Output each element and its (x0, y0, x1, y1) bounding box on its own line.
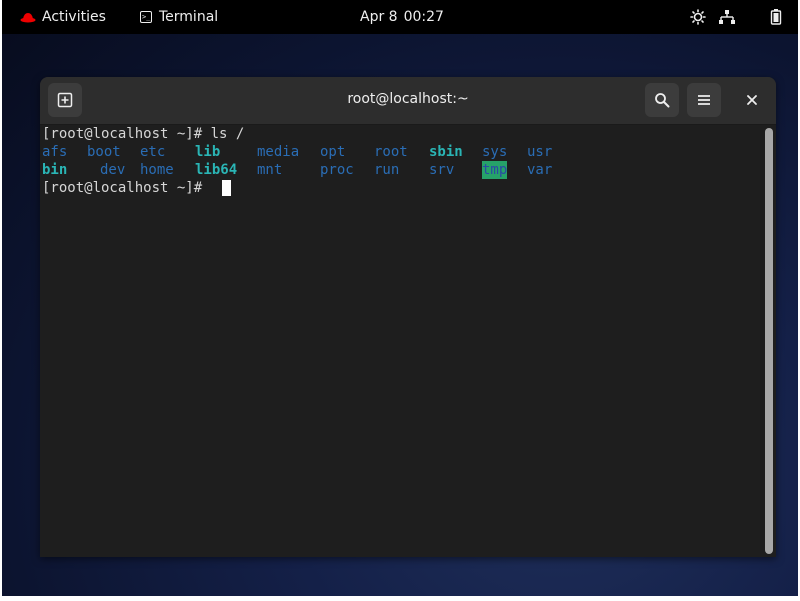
prompt-line-2: [root@localhost ~]# (42, 180, 211, 196)
ls-entry: proc (320, 162, 354, 178)
ls-entry: afs (42, 144, 68, 160)
ls-entry: tmp (482, 161, 508, 179)
new-tab-button[interactable] (48, 83, 82, 117)
brightness-icon[interactable] (690, 0, 706, 34)
activities-button[interactable]: Activities (20, 0, 106, 34)
app-menu-button[interactable]: >_ Terminal (140, 0, 218, 34)
terminal-scrollbar[interactable] (762, 125, 776, 557)
clock[interactable]: Apr 8 00:27 (360, 0, 460, 34)
close-window-button[interactable] (735, 83, 769, 117)
ls-entry: opt (320, 144, 346, 160)
ls-entry: home (140, 162, 174, 178)
text-cursor (222, 180, 231, 196)
prompt-line-1: [root@localhost ~]# ls / (42, 126, 245, 142)
clock-time: 00:27 (403, 9, 444, 25)
search-icon (655, 93, 670, 108)
ls-entry: lib (195, 144, 221, 160)
scrollbar-thumb[interactable] (765, 128, 773, 554)
screen: Activities >_ Terminal Apr 8 00:27 root@… (0, 0, 800, 601)
hamburger-menu-button[interactable] (687, 83, 721, 117)
terminal-text-area[interactable]: [root@localhost ~]# ls / afs boot etc li… (40, 125, 760, 557)
ls-entry: mnt (257, 162, 283, 178)
ls-entry: media (257, 144, 300, 160)
activities-label: Activities (42, 9, 106, 25)
terminal-window: root@localhost:~ [root@localhost ~]# ls … (40, 77, 776, 557)
ls-entry: dev (100, 162, 126, 178)
redhat-logo-icon (20, 13, 36, 23)
ls-entry: boot (87, 144, 121, 160)
ls-entry: sys (482, 144, 508, 160)
top-bar: Activities >_ Terminal Apr 8 00:27 (2, 0, 798, 34)
ls-entry: var (527, 162, 553, 178)
ls-entry: srv (429, 162, 455, 178)
ls-entry: sbin (429, 144, 463, 160)
terminal-app-icon: >_ (140, 11, 152, 23)
hamburger-menu-icon (698, 95, 710, 105)
battery-icon[interactable] (770, 0, 782, 34)
ls-entry: run (374, 162, 400, 178)
new-tab-icon (57, 92, 73, 108)
ls-entry: etc (140, 144, 166, 160)
search-button[interactable] (645, 83, 679, 117)
ls-entry: root (374, 144, 408, 160)
ls-entry: lib64 (195, 162, 238, 178)
ls-entry: bin (42, 162, 68, 178)
network-icon[interactable] (718, 0, 736, 34)
ls-entry: usr (527, 144, 553, 160)
close-icon (747, 95, 757, 105)
clock-date: Apr 8 (360, 9, 398, 25)
window-headerbar: root@localhost:~ (40, 77, 776, 125)
app-menu-label: Terminal (159, 9, 219, 25)
